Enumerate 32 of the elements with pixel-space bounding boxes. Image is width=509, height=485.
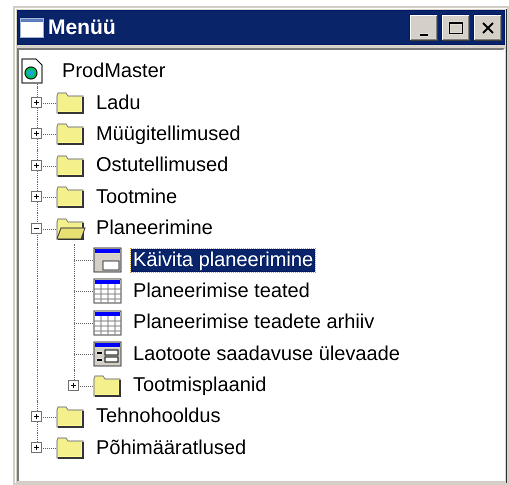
tree-item[interactable]: Põhimääratlused	[94, 436, 248, 460]
tree-item[interactable]: Käivita planeerimine	[131, 248, 316, 272]
tree-item[interactable]: Planeerimise teadete arhiiv	[131, 311, 376, 334]
minimize-button[interactable]	[410, 14, 438, 40]
close-icon	[481, 20, 495, 34]
tree-item[interactable]: Tootmisplaanid	[131, 374, 268, 398]
tree-item[interactable]: Ladu	[94, 92, 142, 115]
expand-icon[interactable]	[31, 410, 42, 422]
tree-item[interactable]: Tootmine	[94, 186, 180, 209]
ok-window-icon	[93, 247, 123, 274]
expand-icon[interactable]	[31, 128, 42, 140]
tree-item[interactable]: Tehnohooldus	[94, 405, 223, 428]
globe-document-icon	[21, 58, 43, 84]
expand-icon[interactable]	[31, 191, 42, 202]
expand-icon[interactable]	[68, 380, 79, 391]
expand-icon[interactable]	[31, 442, 42, 454]
tree-item[interactable]: Planeerimise teated	[131, 280, 312, 303]
window-icon	[20, 18, 44, 38]
tree-item[interactable]: Planeerimine	[94, 217, 215, 240]
tree-item[interactable]: Müügitellimused	[94, 122, 243, 146]
maximize-icon	[448, 20, 464, 34]
tree-root[interactable]: ProdMaster	[62, 60, 166, 84]
collapse-icon[interactable]	[31, 222, 42, 234]
maximize-button[interactable]	[442, 14, 470, 40]
tree-item[interactable]: Laotoote saadavuse ülevaade	[131, 342, 402, 366]
minimize-icon	[420, 34, 428, 36]
list-window-icon	[93, 341, 123, 368]
window-title: Menüü	[48, 16, 117, 40]
expand-icon[interactable]	[31, 97, 42, 108]
expand-icon[interactable]	[31, 160, 42, 171]
tree-item[interactable]: Ostutellimused	[94, 154, 230, 178]
close-button[interactable]	[474, 14, 502, 40]
